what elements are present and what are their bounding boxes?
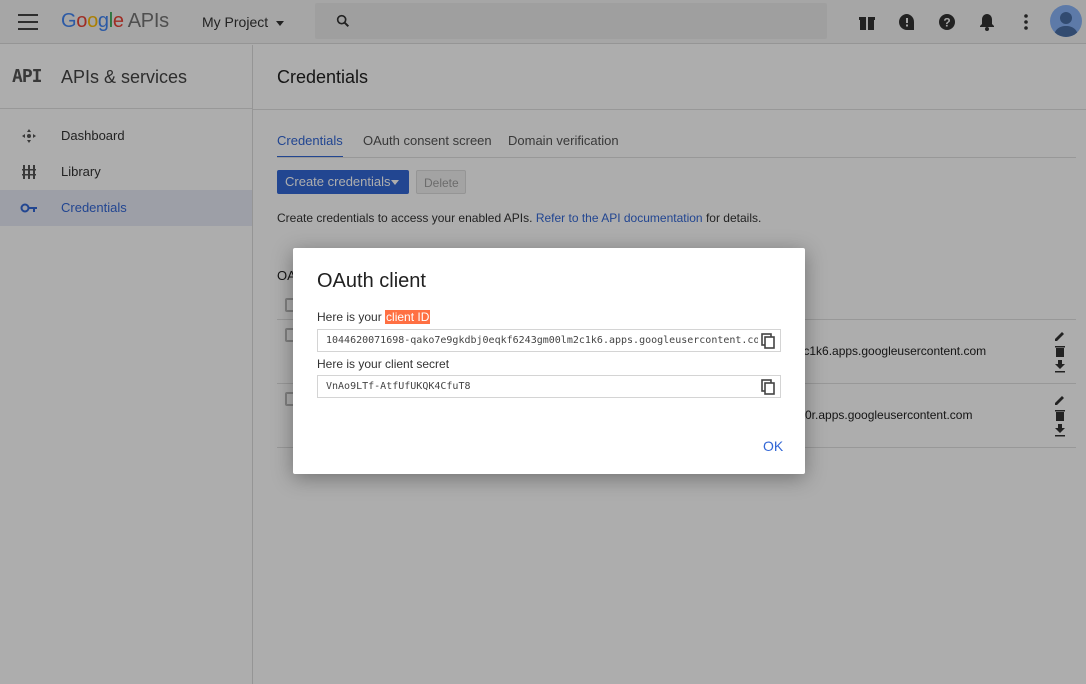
oauth-client-dialog: OAuth client Here is your client ID 1044… [293, 248, 805, 474]
copy-icon[interactable] [758, 376, 778, 397]
dialog-title: OAuth client [317, 270, 426, 292]
client-secret-label: Here is your client secret [317, 357, 450, 371]
client-id-field[interactable]: 1044620071698-qako7e9gkdbj0eqkf6243gm00l… [317, 329, 781, 352]
copy-icon[interactable] [758, 330, 778, 351]
ok-button[interactable]: OK [763, 438, 783, 454]
client-id-label: Here is your client ID [317, 310, 431, 324]
client-secret-field[interactable]: VnAo9LTf-AtfUfUKQK4CfuT8 [317, 375, 781, 398]
client-id-value[interactable]: 1044620071698-qako7e9gkdbj0eqkf6243gm00l… [326, 335, 762, 346]
client-secret-value[interactable]: VnAo9LTf-AtfUfUKQK4CfuT8 [326, 381, 762, 392]
client-id-highlight: client ID [385, 310, 431, 324]
